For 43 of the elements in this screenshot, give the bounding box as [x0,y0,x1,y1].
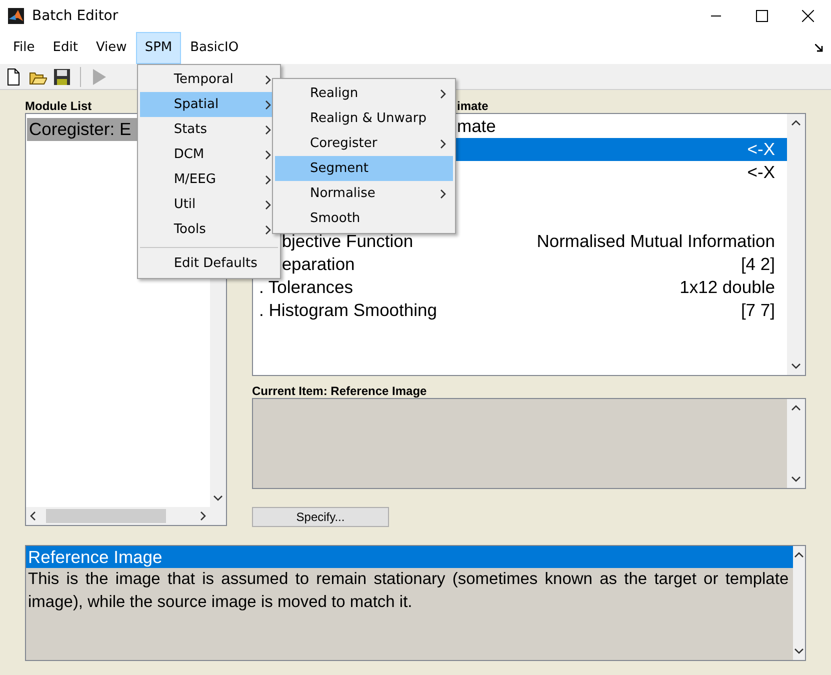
specify-button[interactable]: Specify... [252,507,389,527]
setting-row[interactable]: . Histogram Smoothing [7 7] [253,299,787,322]
setting-name: . Histogram Smoothing [259,299,437,322]
setting-name: eparation [282,253,355,276]
setting-value: <-X [747,138,775,161]
close-icon[interactable] [802,10,814,22]
setting-value: Normalised Mutual Information [536,230,775,253]
scroll-down-icon[interactable] [791,363,801,369]
help-text: This is the image that is assumed to remain stationary (sometimes known as the target or template image), while the source image is moved to match it. [27,569,790,613]
menu-item[interactable]: Realign [275,81,453,106]
menu-item[interactable]: BasicIO [181,32,248,64]
menu-item[interactable]: SPM [136,32,182,64]
menu-item[interactable]: Segment [275,156,453,181]
app-logo-icon [8,8,24,24]
scroll-down-icon[interactable] [213,495,223,501]
scroll-down-icon[interactable] [794,648,804,654]
dock-arrow-icon[interactable] [815,44,823,52]
setting-row[interactable]: . Tolerances 1x12 double [253,276,787,299]
menu-item[interactable]: Smooth [275,206,453,231]
scroll-up-icon[interactable] [791,405,801,411]
panel-label: Current Item: Reference Image [252,384,427,398]
scroll-up-icon[interactable] [791,120,801,126]
maximize-icon[interactable] [756,10,768,22]
window-title: Batch Editor [32,6,118,26]
setting-name: bjective Function [282,230,414,253]
setting-value: [4 2] [740,253,775,276]
menu-item[interactable]: Edit [44,32,87,64]
menu-item[interactable]: Normalise [275,181,453,206]
menu-item[interactable]: Realign & Unwarp [275,106,453,131]
scroll-left-icon[interactable] [30,511,36,521]
panel-label: imate [457,99,488,113]
help-title: Reference Image [26,546,793,568]
menu-item[interactable]: View [86,32,136,64]
scroll-right-icon[interactable] [200,511,206,521]
setting-value: [7 7] [740,299,775,322]
scrollbar-thumb[interactable] [46,509,166,523]
menu-item[interactable]: File [4,32,44,64]
setting-value: 1x12 double [680,276,775,299]
panel-label: Module List [25,99,92,113]
menu-item[interactable]: Edit Defaults [140,247,278,276]
scroll-down-icon[interactable] [791,476,801,482]
setting-name: . Tolerances [259,276,354,299]
scroll-up-icon[interactable] [794,552,804,558]
